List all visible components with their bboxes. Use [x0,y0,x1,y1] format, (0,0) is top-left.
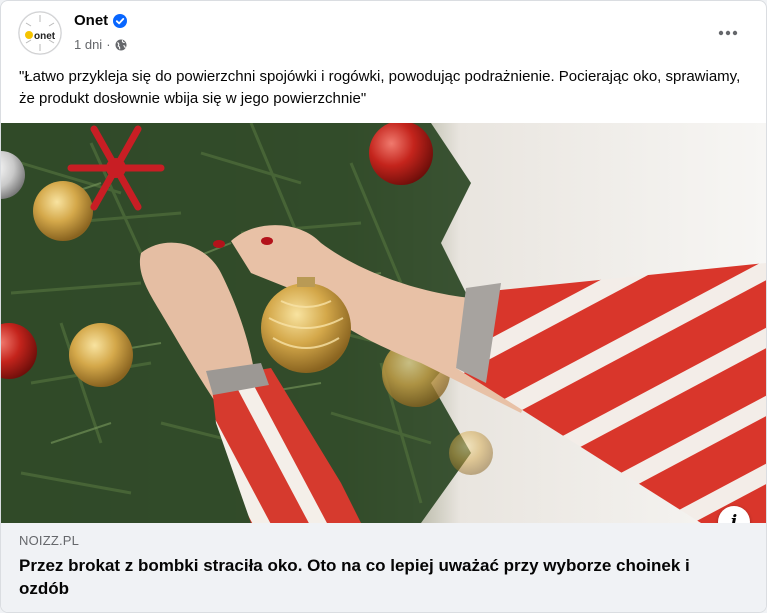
onet-logo: onet [18,11,62,55]
page-avatar[interactable]: onet [18,11,62,55]
link-domain: NOIZZ.PL [19,533,80,548]
more-options-button[interactable] [710,15,746,51]
post-header: onet Onet 1 dni · [1,1,766,61]
globe-icon[interactable] [115,39,127,51]
verified-badge-icon [113,13,128,28]
feed-post: onet Onet 1 dni · "Łatwo przykleja się d… [0,0,767,613]
christmas-tree-photo [1,123,766,523]
link-headline[interactable]: Przez brokat z bombki straciła oko. Oto … [19,554,739,600]
link-preview-image[interactable] [1,123,766,523]
post-message: "Łatwo przykleja się do powierzchni spoj… [19,68,741,107]
author-row: Onet [74,12,128,29]
svg-text:onet: onet [34,31,56,42]
post-timestamp[interactable]: 1 dni [74,37,102,52]
more-options-icon [718,30,738,36]
meta-separator: · [106,37,111,52]
link-preview-bar[interactable]: NOIZZ.PL Przez brokat z bombki straciła … [1,523,766,612]
post-meta: 1 dni · [74,37,127,52]
author-name[interactable]: Onet [74,12,108,29]
